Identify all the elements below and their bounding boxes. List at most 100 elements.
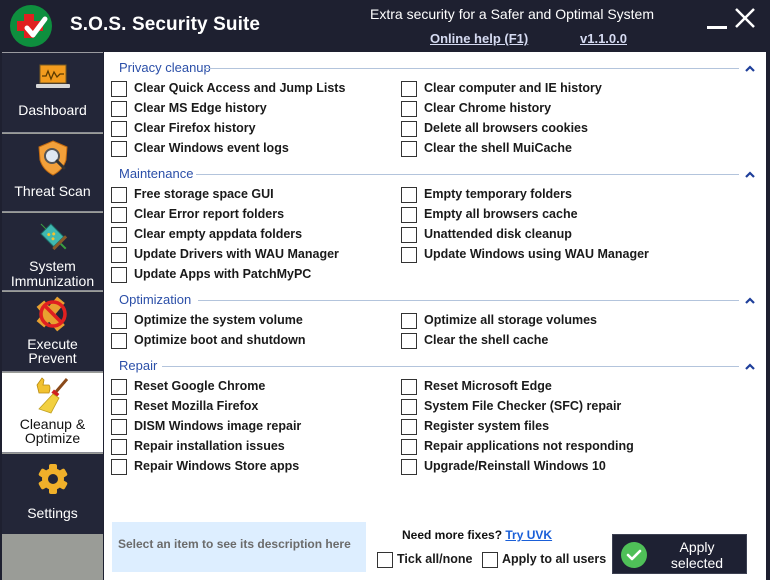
section-header-optimization: Optimization: [119, 292, 192, 307]
apply-selected-button[interactable]: Apply selected: [612, 534, 747, 574]
checkbox[interactable]: [111, 399, 127, 415]
checkbox[interactable]: [111, 439, 127, 455]
option-label: Clear Quick Access and Jump Lists: [134, 81, 346, 95]
app-title: S.O.S. Security Suite: [70, 14, 261, 35]
section-divider: [162, 366, 739, 367]
checkbox[interactable]: [401, 313, 417, 329]
option-label: Reset Google Chrome: [134, 379, 266, 393]
close-button[interactable]: [733, 6, 759, 32]
checkbox[interactable]: [111, 313, 127, 329]
checkbox[interactable]: [401, 101, 417, 117]
sidebar-item-execute-prevent[interactable]: Execute Prevent: [2, 292, 103, 372]
collapse-optimization-button[interactable]: [744, 295, 756, 305]
online-help-link[interactable]: Online help (F1): [430, 31, 528, 46]
need-more-label: Need more fixes?: [402, 528, 503, 542]
syringe-icon: [39, 223, 67, 251]
checkbox[interactable]: [111, 81, 127, 97]
option-label: DISM Windows image repair: [134, 419, 302, 433]
checkbox[interactable]: [401, 141, 417, 157]
checkbox[interactable]: [401, 333, 417, 349]
shield-magnifier-icon: [37, 140, 68, 176]
gear-icon: [38, 464, 67, 494]
checkbox[interactable]: [111, 227, 127, 243]
option-label: Empty temporary folders: [424, 187, 572, 201]
sidebar-item-label-line2: Prevent: [28, 350, 77, 366]
sidebar-item-label-line2: Immunization: [10, 273, 95, 289]
chevron-up-icon: [745, 65, 755, 72]
option-label: Clear Chrome history: [424, 101, 552, 115]
version-link[interactable]: v1.1.0.0: [580, 31, 627, 46]
option-label: Repair applications not responding: [424, 439, 634, 453]
checkbox[interactable]: [401, 439, 417, 455]
apply-button-label: Apply selected: [657, 539, 737, 571]
minimize-icon: [707, 26, 727, 29]
sidebar-item-system-immunization[interactable]: System Immunization: [2, 213, 103, 291]
checkbox[interactable]: [401, 207, 417, 223]
checkbox[interactable]: [111, 459, 127, 475]
window-right-border: [766, 52, 770, 580]
sidebar-item-label-line2: Optimize: [24, 430, 81, 446]
option-label: Clear Error report folders: [134, 207, 285, 221]
option-label: Reset Microsoft Edge: [424, 379, 552, 393]
sidebar-item-label: Threat Scan: [14, 183, 91, 199]
option-label: Clear MS Edge history: [134, 101, 267, 115]
minimize-button[interactable]: [705, 6, 731, 32]
checkbox[interactable]: [111, 141, 127, 157]
sidebar-item-threat-scan[interactable]: Threat Scan: [2, 134, 103, 212]
checkbox[interactable]: [111, 187, 127, 203]
checkbox[interactable]: [401, 227, 417, 243]
checkbox[interactable]: [111, 267, 127, 283]
section-divider: [198, 300, 739, 301]
checkbox[interactable]: [111, 101, 127, 117]
no-execute-icon: [36, 296, 67, 332]
section-divider: [196, 174, 739, 175]
checkbox[interactable]: [482, 552, 498, 568]
option-label: Repair Windows Store apps: [134, 459, 300, 473]
option-label: Clear Firefox history: [134, 121, 256, 135]
chevron-up-icon: [745, 297, 755, 304]
checkbox[interactable]: [111, 207, 127, 223]
tick-all-label: Tick all/none: [397, 552, 473, 566]
checkbox[interactable]: [377, 552, 393, 568]
option-label: Clear the shell cache: [424, 333, 549, 347]
option-label: Update Windows using WAU Manager: [424, 247, 649, 261]
laptop-chart-icon: [35, 64, 70, 88]
checkbox[interactable]: [401, 459, 417, 475]
try-uvk-link[interactable]: Try UVK: [505, 528, 552, 542]
checkbox[interactable]: [111, 247, 127, 263]
sidebar-filler: [2, 534, 103, 580]
checkbox[interactable]: [111, 379, 127, 395]
option-label: Optimize all storage volumes: [424, 313, 597, 327]
sidebar-item-label: Dashboard: [18, 102, 87, 118]
sidebar-item-label: Settings: [27, 505, 78, 521]
section-header-repair: Repair: [119, 358, 158, 373]
collapse-privacy-cleanup-button[interactable]: [744, 63, 756, 73]
sidebar-item-cleanup-optimize[interactable]: Cleanup & Optimize: [2, 373, 103, 453]
checkbox[interactable]: [111, 419, 127, 435]
checkbox[interactable]: [401, 379, 417, 395]
green-check-icon: [621, 542, 647, 568]
option-label: Register system files: [424, 419, 550, 433]
apply-label-line2: selected: [670, 555, 724, 571]
checkbox[interactable]: [401, 419, 417, 435]
cleanup-optimize-panel: Privacy cleanup Clear Quick Access and J…: [104, 52, 766, 580]
option-label: Unattended disk cleanup: [424, 227, 572, 241]
option-label: Optimize the system volume: [134, 313, 303, 327]
option-label: Clear Windows event logs: [134, 141, 289, 155]
sidebar-item-settings[interactable]: Settings: [2, 454, 103, 534]
checkbox[interactable]: [401, 81, 417, 97]
sidebar-item-dashboard[interactable]: Dashboard: [2, 53, 103, 133]
checkbox[interactable]: [401, 121, 417, 137]
option-label: Repair installation issues: [134, 439, 285, 453]
checkbox[interactable]: [401, 399, 417, 415]
option-label: Optimize boot and shutdown: [134, 333, 306, 347]
checkbox[interactable]: [111, 333, 127, 349]
collapse-repair-button[interactable]: [744, 361, 756, 371]
close-icon: [735, 8, 755, 28]
checkbox[interactable]: [401, 247, 417, 263]
checkbox[interactable]: [401, 187, 417, 203]
option-label: Empty all browsers cache: [424, 207, 578, 221]
option-label: Upgrade/Reinstall Windows 10: [424, 459, 606, 473]
collapse-maintenance-button[interactable]: [744, 169, 756, 179]
checkbox[interactable]: [111, 121, 127, 137]
